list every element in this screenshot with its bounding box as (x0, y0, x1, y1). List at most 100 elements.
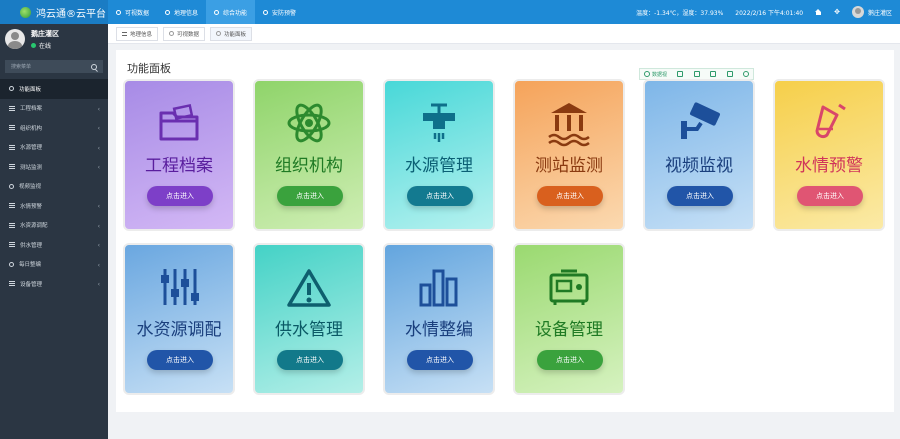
logo-area[interactable]: 鸿云通®云平台 (0, 0, 108, 24)
logo-icon (20, 6, 31, 18)
chevron-left-icon: ‹ (97, 261, 100, 269)
atom-icon (287, 103, 331, 143)
circle-icon (169, 31, 175, 36)
sidebar-item-water-supply[interactable]: 供水管理 ‹ (0, 235, 108, 255)
enter-button[interactable]: 点击进入 (147, 186, 213, 206)
list-icon (9, 222, 15, 228)
chevron-left-icon: ‹ (97, 222, 100, 230)
sidebar-item-function-panel[interactable]: 功能面板 (0, 79, 108, 99)
profile: 鹅庄灌区 在线 (0, 24, 108, 54)
sidebar-item-video[interactable]: 视频监视 (0, 177, 108, 197)
circle-icon (165, 9, 171, 15)
status-badge: 在线 (31, 41, 59, 50)
sidebar-item-water-source[interactable]: 水源管理 ‹ (0, 138, 108, 158)
circle-icon (214, 9, 220, 15)
chevron-left-icon: ‹ (97, 125, 100, 132)
topnav-integrated[interactable]: 综合功能 (206, 0, 256, 24)
topnav-visual-data[interactable]: 可视数据 (108, 0, 157, 24)
circle-icon (9, 261, 14, 267)
chevron-left-icon: ‹ (97, 242, 100, 249)
user-menu[interactable]: 鹅庄灌区 (851, 6, 892, 18)
home-icon (815, 9, 822, 15)
card-station-monitor[interactable]: 测站监测 点击进入 (513, 79, 625, 231)
tab-visual-data[interactable]: 可视数据 (163, 26, 206, 41)
datetime-readout: 2022/2/16 下午4:01:40 (735, 9, 804, 17)
search-icon[interactable] (91, 63, 97, 70)
avatar (851, 6, 864, 18)
chevron-left-icon: ‹ (97, 281, 100, 288)
card-equipment[interactable]: 设备管理 点击进入 (513, 243, 625, 395)
enter-button[interactable]: 点击进入 (667, 186, 733, 206)
gear-icon[interactable] (742, 71, 749, 77)
card-title: 水资源调配 (136, 320, 222, 340)
list-icon (9, 144, 15, 150)
card-water-compile[interactable]: 水情整编 点击进入 (383, 243, 495, 395)
online-dot-icon (31, 42, 36, 48)
circle-icon (9, 183, 14, 189)
image-icon[interactable] (710, 71, 717, 77)
card-water-allocation[interactable]: 水资源调配 点击进入 (123, 243, 235, 395)
circle-icon (116, 9, 121, 15)
top-right: 温度：-1.34℃，湿度：37.93% 2022/2/16 下午4:01:40 … (624, 0, 900, 24)
sidebar-item-station-monitor[interactable]: 测站监测 ‹ (0, 157, 108, 177)
app-title: 鸿云通®云平台 (36, 8, 106, 20)
sidebar-item-water-allocation[interactable]: 水资源调配 ‹ (0, 216, 108, 236)
card-title: 水情预警 (795, 156, 863, 176)
enter-button[interactable]: 点击进入 (537, 186, 603, 206)
tab-function-panel[interactable]: 功能面板 (210, 26, 253, 41)
list-icon (9, 203, 15, 209)
card-water-supply[interactable]: 供水管理 点击进入 (253, 243, 365, 395)
expand-icon: ✥ (834, 8, 840, 16)
fullscreen-button[interactable]: ✥ (834, 8, 840, 16)
sliders-icon (161, 269, 199, 305)
bar-chart-icon (419, 269, 458, 307)
chevron-left-icon: ‹ (97, 144, 100, 152)
search-placeholder: 搜索菜单 (11, 64, 32, 70)
document-icon[interactable] (677, 71, 684, 77)
sidebar-item-organization[interactable]: 组织机构 ‹ (0, 118, 108, 138)
home-button[interactable] (815, 9, 822, 15)
folder-icon (159, 103, 199, 141)
chevron-left-icon: ‹ (97, 105, 100, 113)
sidebar-item-water-alert[interactable]: 水情预警 ‹ (0, 196, 108, 216)
list-icon (9, 105, 15, 111)
sidebar: 鹅庄灌区 在线 搜索菜单 功能面板 工程档案 ‹ 组织机构 ‹ 水源管理 ‹ 测站监测… (0, 24, 108, 439)
card-project-archive[interactable]: 工程档案 点击进入 (123, 79, 235, 231)
tab-geo-info[interactable]: 地理信息 (116, 26, 159, 41)
card-title: 工程档案 (145, 156, 213, 176)
enter-button[interactable]: 点击进入 (797, 186, 863, 206)
card-title: 组织机构 (275, 156, 343, 176)
card-title: 水情整编 (405, 320, 473, 340)
sidebar-item-equipment[interactable]: 设备管理 ‹ (0, 274, 108, 294)
search-input[interactable]: 搜索菜单 (5, 60, 103, 73)
card-organization[interactable]: 组织机构 点击进入 (253, 79, 365, 231)
function-panel: 功能面板 数据视 工程档案 点击进入 组织机构 点击进入 水源管理 点击进入 测… (116, 50, 894, 412)
enter-button[interactable]: 点击进入 (537, 350, 603, 370)
warning-icon (287, 269, 331, 307)
data-view-button[interactable]: 数据视 (644, 71, 667, 78)
enter-button[interactable]: 点击进入 (407, 350, 473, 370)
weather-readout: 温度：-1.34℃，湿度：37.93% (636, 9, 724, 17)
circle-icon (9, 86, 14, 92)
enter-button[interactable]: 点击进入 (277, 350, 343, 370)
export-icon[interactable] (726, 71, 733, 77)
list-icon (122, 31, 127, 36)
sidebar-item-project-archive[interactable]: 工程档案 ‹ (0, 99, 108, 119)
card-water-source[interactable]: 水源管理 点击进入 (383, 79, 495, 231)
sidebar-item-daily-compile[interactable]: 每日整编 ‹ (0, 255, 108, 275)
top-nav: 可视数据 地理信息 综合功能 安防预警 (108, 0, 304, 24)
camera-icon (681, 102, 720, 139)
topnav-security[interactable]: 安防预警 (255, 0, 304, 24)
expand-icon[interactable] (693, 71, 700, 77)
enter-button[interactable]: 点击进入 (277, 186, 343, 206)
faucet-icon (423, 103, 455, 142)
card-title: 测站监测 (535, 156, 603, 176)
card-title: 水源管理 (405, 156, 473, 176)
top-bar: 鸿云通®云平台 可视数据 地理信息 综合功能 安防预警 温度：-1.34℃，湿度… (0, 0, 900, 24)
card-water-alert[interactable]: 水情预警 点击进入 (773, 79, 885, 231)
topnav-geo-info[interactable]: 地理信息 (157, 0, 206, 24)
enter-button[interactable]: 点击进入 (407, 186, 473, 206)
enter-button[interactable]: 点击进入 (147, 350, 213, 370)
card-video[interactable]: 视频监视 点击进入 (643, 79, 755, 231)
list-icon (9, 125, 15, 131)
